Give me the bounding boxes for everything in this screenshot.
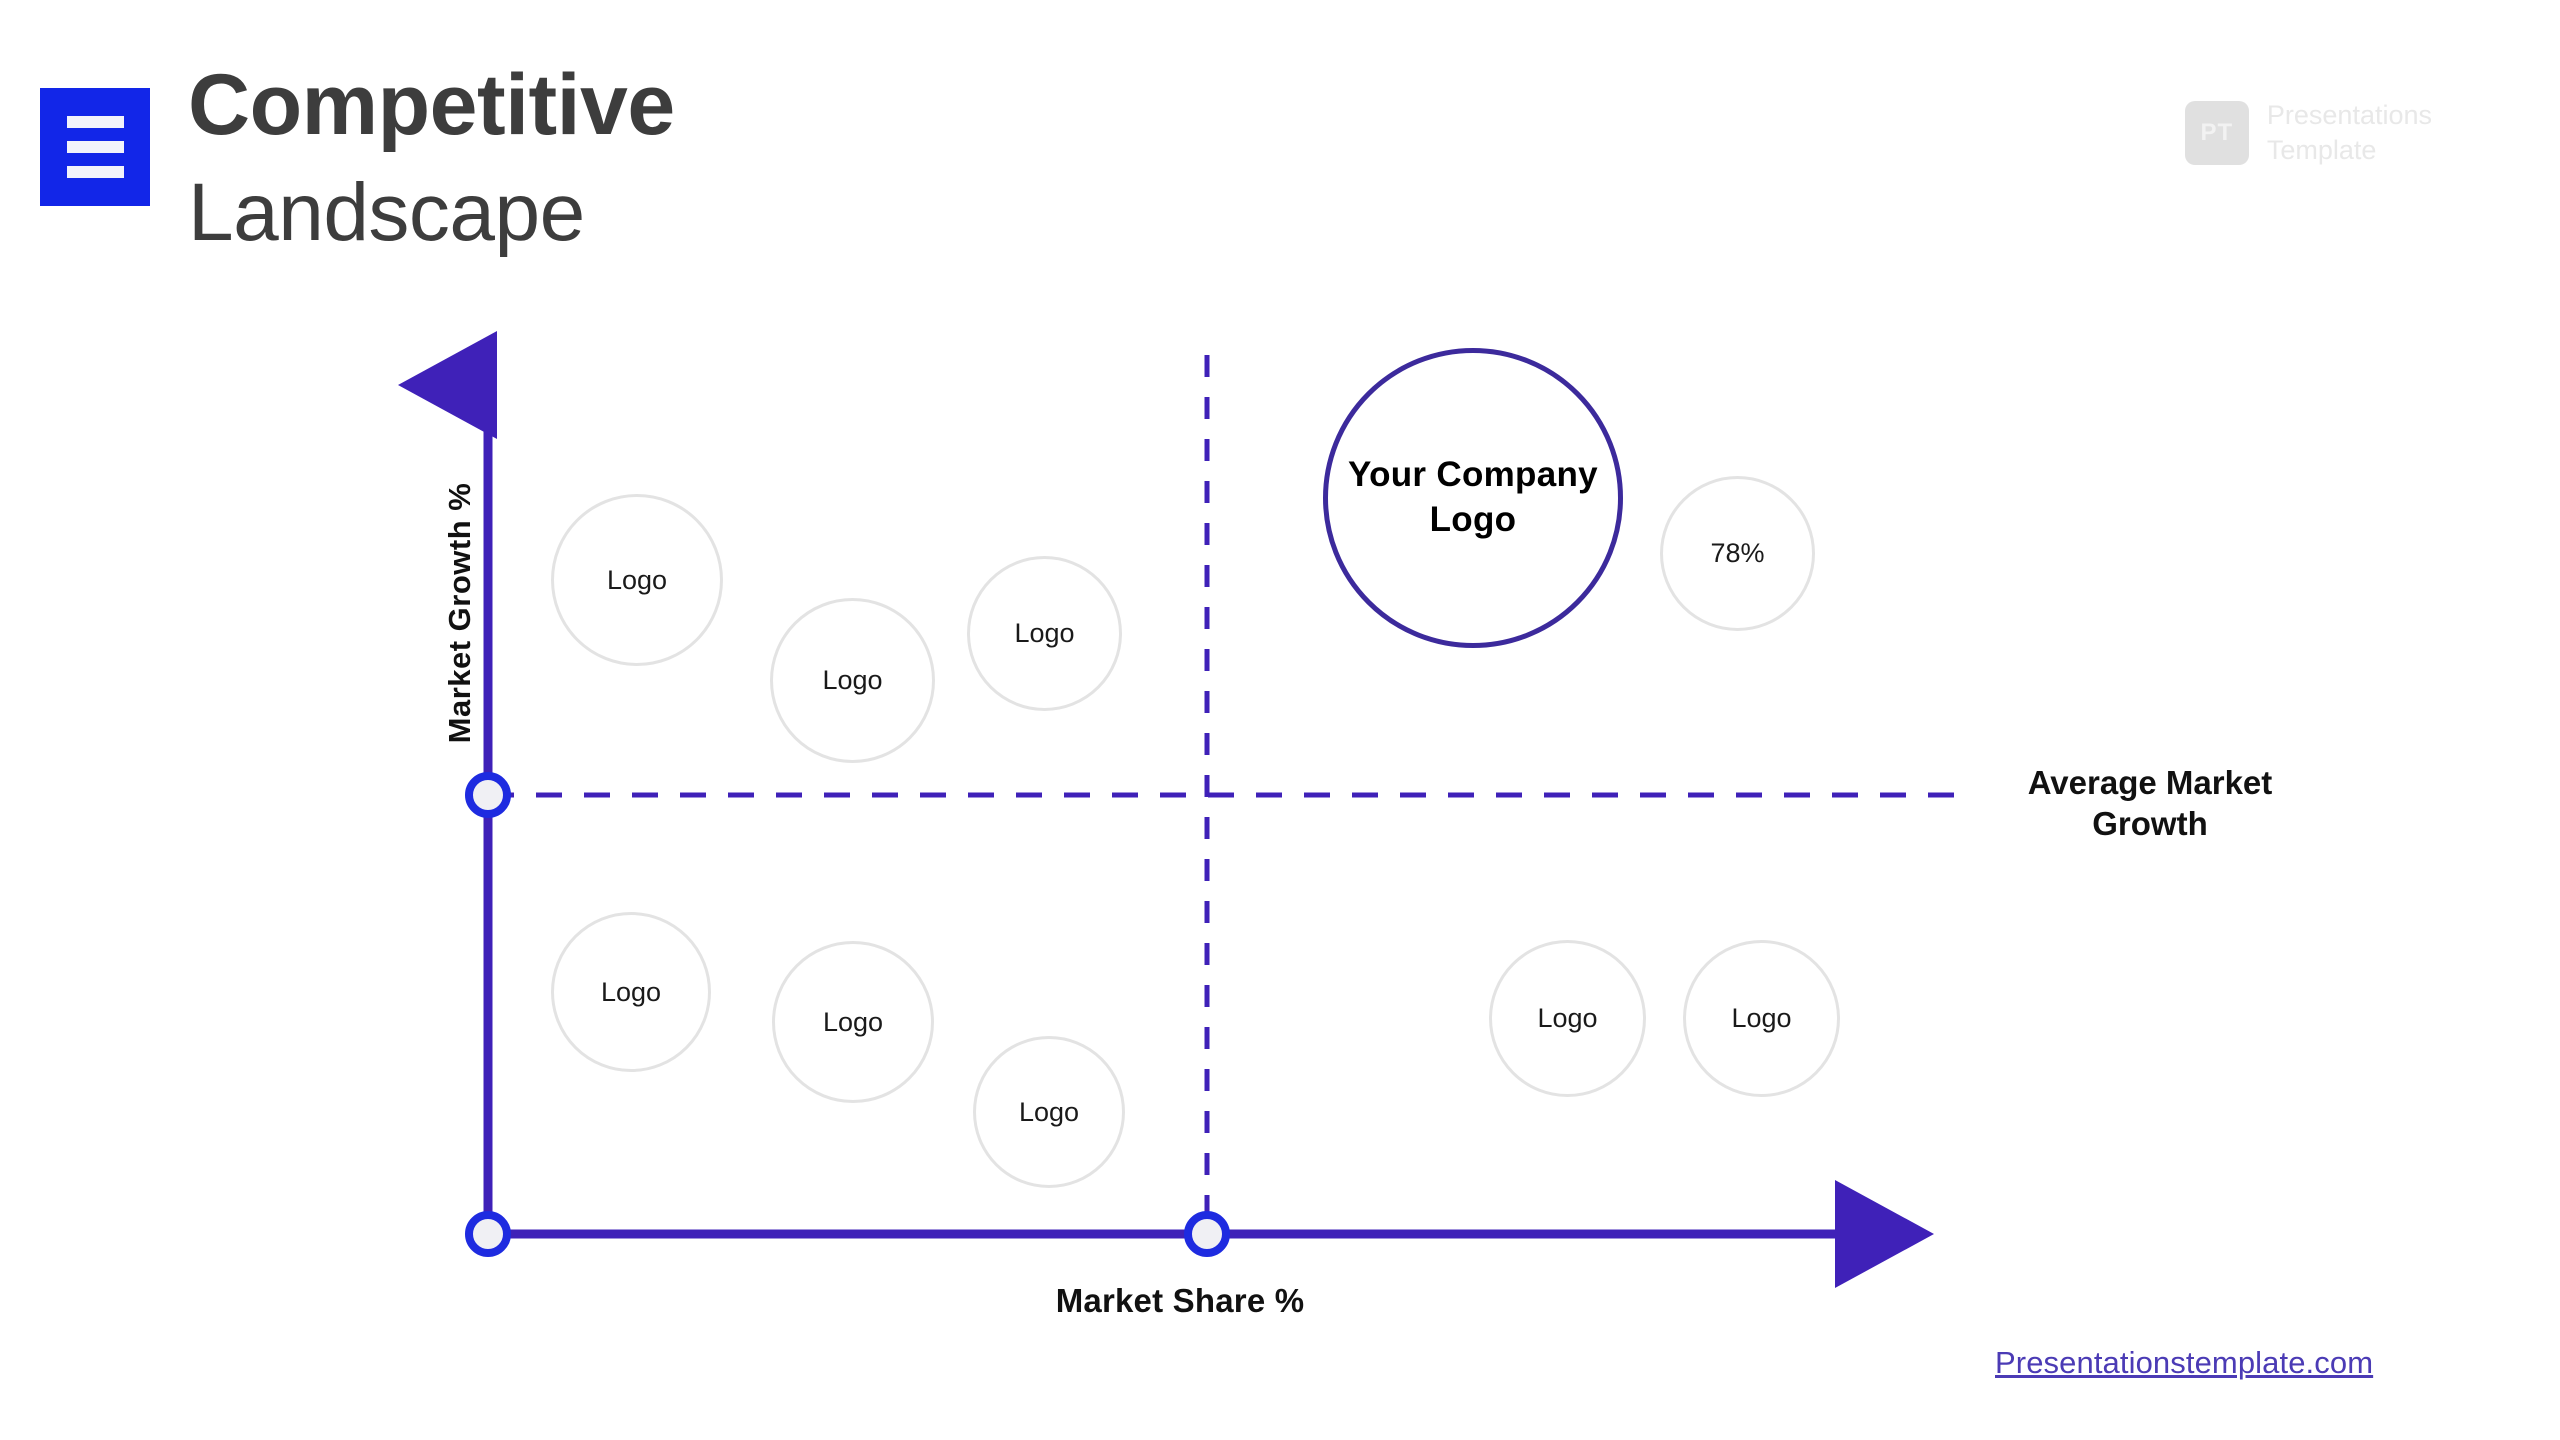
- percentage-bubble-label: 78%: [1710, 538, 1765, 568]
- competitive-landscape-chart: Market Growth % Market Share % Average M…: [0, 0, 2560, 1440]
- average-market-growth-label: Average Market Growth: [2027, 764, 2273, 843]
- competitor-bubble-label: Logo: [1537, 1003, 1598, 1033]
- competitor-bubble[interactable]: Logo: [551, 912, 711, 1072]
- competitor-bubble[interactable]: Logo: [772, 941, 934, 1103]
- footer-website-link[interactable]: Presentationstemplate.com: [1995, 1345, 2373, 1381]
- percentage-bubble[interactable]: 78%: [1660, 476, 1815, 631]
- your-company-bubble[interactable]: Your Company Logo: [1323, 348, 1623, 648]
- competitor-bubble[interactable]: Logo: [967, 556, 1122, 711]
- competitor-bubble[interactable]: Logo: [1683, 940, 1840, 1097]
- competitor-bubble-label: Logo: [822, 1006, 884, 1037]
- chart-axes-svg: [398, 331, 1955, 1288]
- x-axis-title: Market Share %: [1055, 1282, 1305, 1319]
- competitor-bubble-label: Logo: [1014, 618, 1075, 648]
- origin-marker: [465, 1211, 511, 1257]
- competitor-bubble[interactable]: Logo: [973, 1036, 1125, 1188]
- competitor-bubble[interactable]: Logo: [1489, 940, 1646, 1097]
- your-company-label-line-2: Logo: [1429, 500, 1517, 539]
- x-axis-average-share-marker: [1184, 1211, 1230, 1257]
- your-company-bubble-label: Your Company Logo: [1348, 453, 1598, 543]
- competitor-bubble[interactable]: Logo: [770, 598, 935, 763]
- your-company-label-line-1: Your Company: [1348, 455, 1598, 495]
- competitor-bubble-label: Logo: [1731, 1003, 1792, 1033]
- competitor-bubble-label: Logo: [606, 564, 668, 595]
- y-axis-title: Market Growth %: [442, 482, 477, 744]
- competitor-bubble[interactable]: Logo: [551, 494, 723, 666]
- competitor-bubble-label: Logo: [1018, 1096, 1080, 1127]
- competitor-bubble-label: Logo: [822, 665, 883, 695]
- competitor-bubble-label: Logo: [600, 976, 662, 1007]
